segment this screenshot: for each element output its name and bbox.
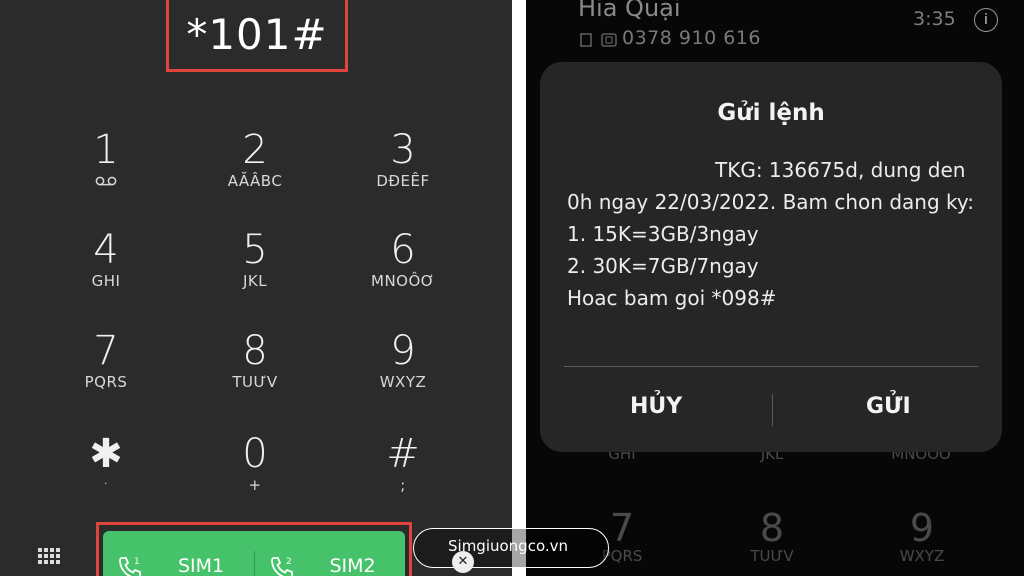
key-5[interactable]: 5 JKL [195,228,315,290]
key-0[interactable]: 0 + [195,432,315,494]
sim-card-icon [580,32,618,51]
call-sim1-button[interactable]: 1 SIM1 [103,531,254,576]
key-9[interactable]: 9 WXYZ [343,329,463,391]
key-star[interactable]: ✱ · [46,432,166,494]
svg-text:1: 1 [134,557,140,567]
dialer-screen: *101# 1 2 AĂÂBC 3 DĐEÊF 4 GHI 5 JKL 6 MN… [0,0,512,576]
phone-sim2-icon: 2 [269,555,295,576]
message-line: 0h ngay 22/03/2022. Bam chon dang ky: [567,190,974,214]
message-line: Hoac bam goi *098# [567,286,777,310]
dialog-message: TKG: 136675d, dung den 0h ngay 22/03/202… [567,154,987,314]
sim2-label: SIM2 [329,555,376,576]
info-icon[interactable]: i [974,8,998,32]
key-hash[interactable]: # ; [343,432,463,494]
key-7[interactable]: 7 PQRS [46,329,166,391]
key-6[interactable]: 6 MNOÔƠ [343,228,463,290]
ussd-dialog: Gửi lệnh TKG: 136675d, dung den 0h ngay … [540,62,1002,452]
call-sim2-button[interactable]: 2 SIM2 [255,531,406,576]
message-line: 2. 30K=7GB/7ngay [567,254,759,278]
contact-name: Hia Quại [578,0,681,22]
panel-divider [512,0,526,576]
key-4[interactable]: 4 GHI [46,228,166,290]
svg-text:2: 2 [286,557,292,567]
phone-sim1-icon: 1 [117,555,143,576]
key-8[interactable]: 8 TUƯV [195,329,315,391]
message-line: 1. 15K=3GB/3ngay [567,222,759,246]
call-screen: Hia Quại 0378 910 616 3:35 i GHI JKL MNO… [526,0,1024,576]
key-3[interactable]: 3 DĐEÊF [343,128,463,190]
phone-number: 0378 910 616 [622,27,761,49]
keypad-grid-icon[interactable] [38,548,62,572]
dialog-divider [564,366,978,367]
button-separator [772,394,773,426]
message-line: TKG: 136675d, dung den [715,158,966,182]
bg-key-8: 8 TUƯV [750,506,794,565]
dialog-title: Gửi lệnh [717,100,825,126]
voicemail-icon [95,176,117,186]
call-buttons-highlight: 1 SIM1 2 SIM2 [96,522,412,576]
dialed-number: *101# [186,10,328,59]
bg-key-9: 9 WXYZ [899,506,945,565]
send-button[interactable]: GỬI [866,394,911,419]
cancel-button[interactable]: HỦY [630,394,682,419]
call-time: 3:35 [913,8,956,30]
key-2[interactable]: 2 AĂÂBC [195,128,315,190]
sim1-label: SIM1 [178,555,225,576]
close-icon[interactable]: ✕ [452,551,474,573]
call-bar: 1 SIM1 2 SIM2 [103,531,405,576]
dialed-number-highlight: *101# [166,0,348,72]
key-1[interactable]: 1 [46,128,166,190]
